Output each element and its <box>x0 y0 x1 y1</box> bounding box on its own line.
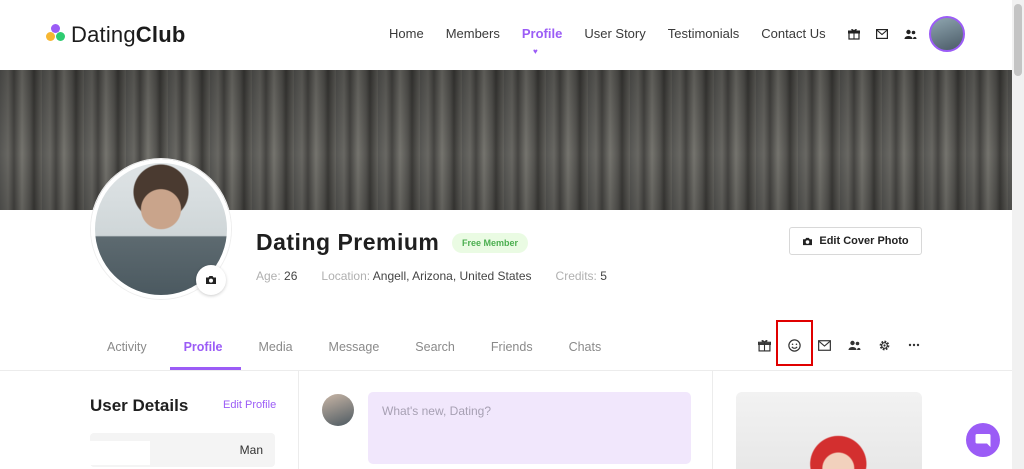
tab-friends[interactable]: Friends <box>491 340 533 354</box>
member-card-image[interactable] <box>736 392 922 469</box>
column-divider <box>712 371 713 469</box>
user-avatar[interactable] <box>929 16 965 52</box>
friends-icon[interactable] <box>846 337 862 353</box>
heart-icon: ♥ <box>533 47 538 56</box>
membership-badge: Free Member <box>452 233 529 253</box>
more-icon[interactable] <box>906 337 922 353</box>
tab-chats[interactable]: Chats <box>569 340 602 354</box>
main-nav: Home Members Profile User Story Testimon… <box>389 26 848 41</box>
detail-value: Man <box>239 443 263 457</box>
detail-label-mask <box>90 441 150 465</box>
user-details-title: User Details <box>90 396 189 415</box>
chat-icon <box>975 433 991 447</box>
nav-members[interactable]: Members <box>446 26 500 41</box>
highlight-box <box>776 320 813 366</box>
profile-tabs: Activity Profile Media Message Search Fr… <box>107 340 601 354</box>
tab-media[interactable]: Media <box>259 340 293 354</box>
profile-credits: Credits: 5 <box>555 269 607 283</box>
profile-name: Dating Premium <box>256 229 440 255</box>
camera-icon <box>803 237 813 245</box>
nav-testimonials[interactable]: Testimonials <box>668 26 740 41</box>
edit-profile-link[interactable]: Edit Profile <box>223 399 276 411</box>
profile-meta: Age: 26 Location: Angell, Arizona, Unite… <box>256 269 631 283</box>
nav-user-story[interactable]: User Story <box>584 26 645 41</box>
user-detail-row: Man <box>90 433 275 467</box>
nav-profile[interactable]: Profile <box>522 26 562 41</box>
tabs-divider <box>0 370 1012 371</box>
nav-home[interactable]: Home <box>389 26 424 41</box>
logo-icon <box>46 24 66 46</box>
site-header: DatingClub Home Members Profile User Sto… <box>0 0 1012 70</box>
post-composer-input[interactable]: What's new, Dating? <box>368 392 691 464</box>
mail-icon[interactable] <box>816 337 832 353</box>
chat-button[interactable] <box>966 423 1000 457</box>
friends-icon[interactable] <box>902 26 918 42</box>
tab-profile[interactable]: Profile <box>184 340 223 354</box>
mail-icon[interactable] <box>874 26 890 42</box>
camera-icon <box>206 276 216 284</box>
composer-avatar <box>322 394 354 426</box>
column-divider <box>298 371 299 469</box>
header-icons <box>846 26 918 42</box>
profile-age: Age: 26 <box>256 269 298 283</box>
logo-text: DatingClub <box>71 22 186 47</box>
tab-search[interactable]: Search <box>415 340 455 354</box>
profile-location: Location: Angell, Arizona, United States <box>321 269 532 283</box>
edit-cover-photo-button[interactable]: Edit Cover Photo <box>789 227 922 255</box>
edit-cover-label: Edit Cover Photo <box>819 235 909 247</box>
settings-icon[interactable] <box>876 337 892 353</box>
change-photo-button[interactable] <box>196 265 226 295</box>
page-scrollbar[interactable] <box>1012 0 1024 469</box>
nav-contact-us[interactable]: Contact Us <box>761 26 825 41</box>
site-logo[interactable]: DatingClub <box>46 22 185 48</box>
scrollbar-thumb[interactable] <box>1014 4 1022 76</box>
gift-icon[interactable] <box>756 337 772 353</box>
gift-icon[interactable] <box>846 26 862 42</box>
tab-message[interactable]: Message <box>329 340 380 354</box>
tab-activity[interactable]: Activity <box>107 340 147 354</box>
